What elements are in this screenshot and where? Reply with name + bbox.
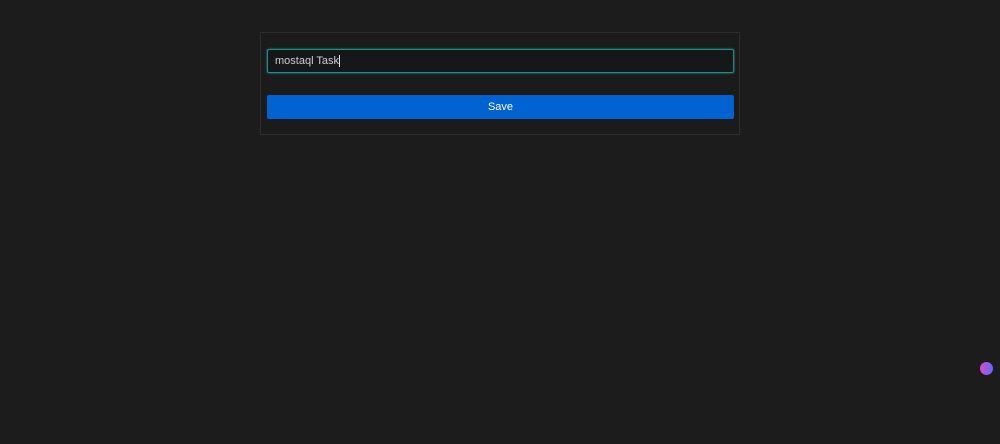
- save-button[interactable]: Save: [267, 95, 734, 119]
- task-name-input[interactable]: mostaql Task: [267, 49, 734, 73]
- text-caret: [339, 55, 340, 68]
- task-name-value: mostaql Task: [275, 55, 339, 67]
- task-form-card: mostaql Task Save: [260, 32, 740, 135]
- extension-icon[interactable]: [980, 362, 993, 375]
